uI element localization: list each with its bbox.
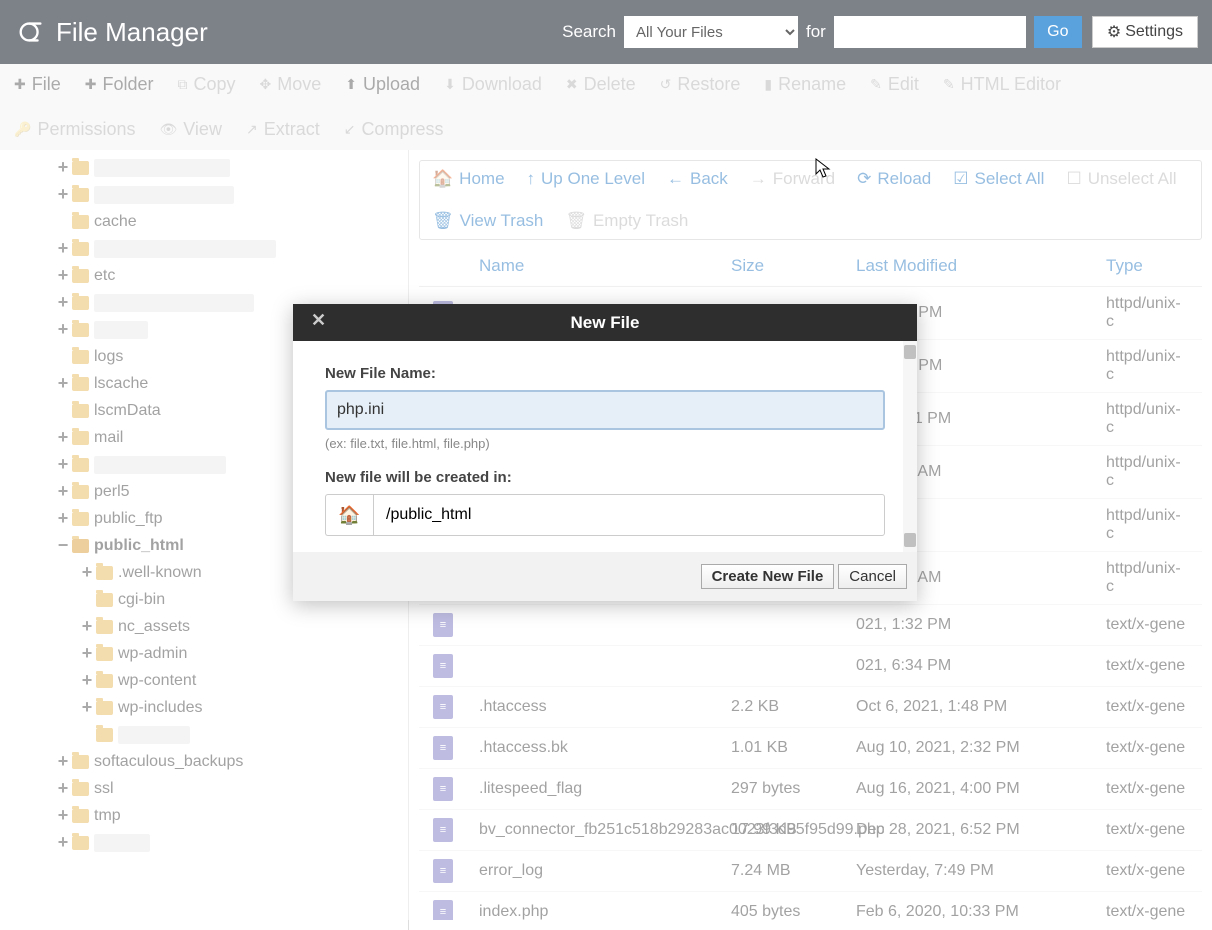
header: File Manager Search All Your Files for G…: [0, 0, 1212, 64]
cpanel-logo: [14, 15, 48, 49]
file-name-hint: (ex: file.txt, file.html, file.php): [325, 436, 885, 451]
path-label: New file will be created in:: [325, 469, 885, 486]
new-file-dialog: ✕ New File New File Name: (ex: file.txt,…: [293, 304, 917, 601]
dialog-title-bar[interactable]: ✕ New File: [293, 304, 917, 341]
new-file-path-input[interactable]: [373, 494, 885, 536]
gear-icon: ⚙: [1107, 22, 1121, 42]
search-scope-select[interactable]: All Your Files: [624, 16, 798, 48]
dialog-body: New File Name: (ex: file.txt, file.html,…: [293, 341, 917, 552]
search-label: Search: [562, 22, 616, 42]
for-label: for: [806, 22, 826, 42]
dialog-scrollbar[interactable]: [903, 341, 917, 552]
close-icon[interactable]: ✕: [311, 310, 326, 331]
new-file-name-label: New File Name:: [325, 365, 885, 382]
go-button[interactable]: Go: [1034, 16, 1082, 48]
new-file-name-input[interactable]: [325, 390, 885, 430]
home-icon[interactable]: 🏠: [325, 494, 373, 536]
search-input[interactable]: [834, 16, 1026, 48]
dialog-title: New File: [571, 313, 640, 333]
dialog-footer: Create New File Cancel: [293, 552, 917, 601]
cancel-button[interactable]: Cancel: [838, 564, 907, 589]
settings-button[interactable]: ⚙ Settings: [1092, 16, 1198, 48]
settings-label: Settings: [1125, 23, 1183, 41]
create-new-file-button[interactable]: Create New File: [701, 564, 835, 589]
app-title: File Manager: [56, 17, 208, 48]
